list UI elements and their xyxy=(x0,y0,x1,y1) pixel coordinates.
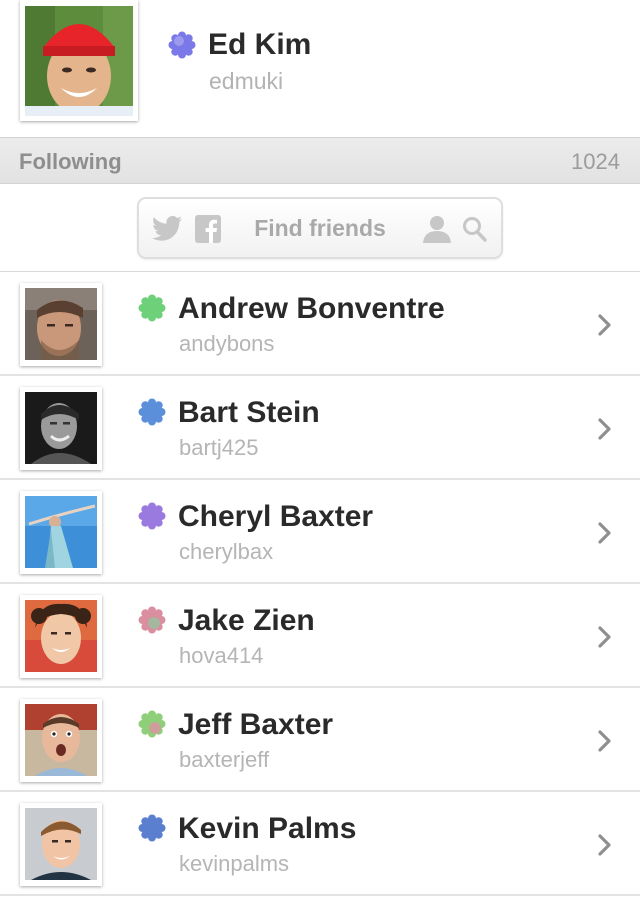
profile-name: Ed Kim xyxy=(208,28,312,61)
chevron-right-icon xyxy=(598,834,612,856)
list-item[interactable]: Cheryl Baxter cherylbax xyxy=(0,480,640,584)
user-handle: bartj425 xyxy=(179,435,259,460)
find-friends-button[interactable]: Find friends xyxy=(137,197,503,259)
user-name: Jeff Baxter xyxy=(178,708,334,741)
search-icon xyxy=(462,215,488,243)
profile-handle: edmuki xyxy=(209,68,284,94)
following-count: 1024 xyxy=(571,149,620,174)
list-item[interactable]: Jake Zien hova414 xyxy=(0,584,640,688)
user-handle: baxterjeff xyxy=(179,747,270,772)
following-section-header: Following 1024 xyxy=(0,137,640,184)
chevron-right-icon xyxy=(598,730,612,752)
find-friends-area: Find friends xyxy=(0,184,640,272)
status-badge-icon xyxy=(138,710,166,738)
list-item[interactable]: Jeff Baxter baxterjeff xyxy=(0,688,640,792)
following-screen: Ed Kim edmuki Following 1024 Find friend… xyxy=(0,0,640,898)
status-badge-icon xyxy=(138,814,166,842)
user-name: Bart Stein xyxy=(178,396,320,429)
user-handle: cherylbax xyxy=(179,539,274,564)
avatar xyxy=(20,283,102,366)
user-name: Andrew Bonventre xyxy=(178,292,445,325)
user-handle: andybons xyxy=(179,331,275,356)
following-list: Andrew Bonventre andybons Bart Stein bar… xyxy=(0,272,640,896)
status-badge-icon xyxy=(138,294,166,322)
status-badge-icon xyxy=(138,502,166,530)
chevron-right-icon xyxy=(598,314,612,336)
section-title: Following xyxy=(19,149,122,174)
avatar xyxy=(20,491,102,574)
user-name: Kevin Palms xyxy=(178,812,357,845)
profile-header: Ed Kim edmuki xyxy=(0,0,640,137)
user-name: Jake Zien xyxy=(178,604,315,637)
profile-avatar[interactable] xyxy=(20,0,138,121)
avatar xyxy=(20,595,102,678)
avatar xyxy=(20,387,102,470)
status-badge-icon xyxy=(138,606,166,634)
chevron-right-icon xyxy=(598,418,612,440)
user-name: Cheryl Baxter xyxy=(178,500,374,533)
user-handle: kevinpalms xyxy=(179,851,290,876)
list-item[interactable]: Kevin Palms kevinpalms xyxy=(0,792,640,896)
chevron-right-icon xyxy=(598,626,612,648)
user-handle: hova414 xyxy=(179,643,264,668)
list-item[interactable]: Bart Stein bartj425 xyxy=(0,376,640,480)
person-icon xyxy=(422,215,452,243)
list-item[interactable]: Andrew Bonventre andybons xyxy=(0,272,640,376)
profile-badge-icon xyxy=(168,31,196,59)
chevron-right-icon xyxy=(598,522,612,544)
avatar xyxy=(20,699,102,782)
status-badge-icon xyxy=(138,398,166,426)
avatar xyxy=(20,803,102,886)
